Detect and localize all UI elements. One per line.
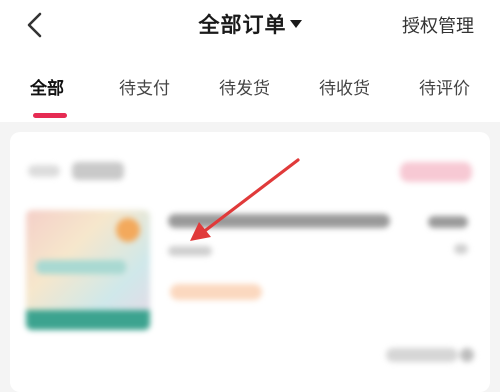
active-tab-indicator <box>33 113 67 118</box>
promo-tag-placeholder <box>170 284 262 300</box>
tab-pending-receipt[interactable]: 待收货 <box>319 74 370 99</box>
shop-icon-placeholder <box>28 165 60 177</box>
authorization-management-link[interactable]: 授权管理 <box>402 12 474 38</box>
quantity-placeholder <box>454 244 468 254</box>
total-amount-placeholder <box>460 348 474 362</box>
order-card[interactable] <box>10 132 490 392</box>
total-placeholder <box>386 348 458 362</box>
tab-pending-review[interactable]: 待评价 <box>419 74 470 99</box>
thumbnail-detail <box>36 260 126 274</box>
top-bar: 全部订单 授权管理 <box>0 0 500 52</box>
status-badge <box>400 162 472 182</box>
thumbnail-detail <box>116 218 140 242</box>
product-spec-placeholder <box>168 246 212 256</box>
page-title: 全部订单 <box>198 13 287 37</box>
order-tabs: 全部 待支付 待发货 待收货 待评价 <box>0 52 500 122</box>
tab-pending-payment[interactable]: 待支付 <box>119 74 170 99</box>
shop-name-placeholder <box>72 162 124 180</box>
thumbnail-detail <box>26 310 150 330</box>
product-title-placeholder <box>168 214 390 228</box>
caret-down-icon <box>289 20 302 28</box>
product-thumbnail[interactable] <box>26 210 150 330</box>
tab-pending-shipment[interactable]: 待发货 <box>219 74 270 99</box>
tab-all[interactable]: 全部 <box>30 74 64 99</box>
price-placeholder <box>428 216 468 228</box>
